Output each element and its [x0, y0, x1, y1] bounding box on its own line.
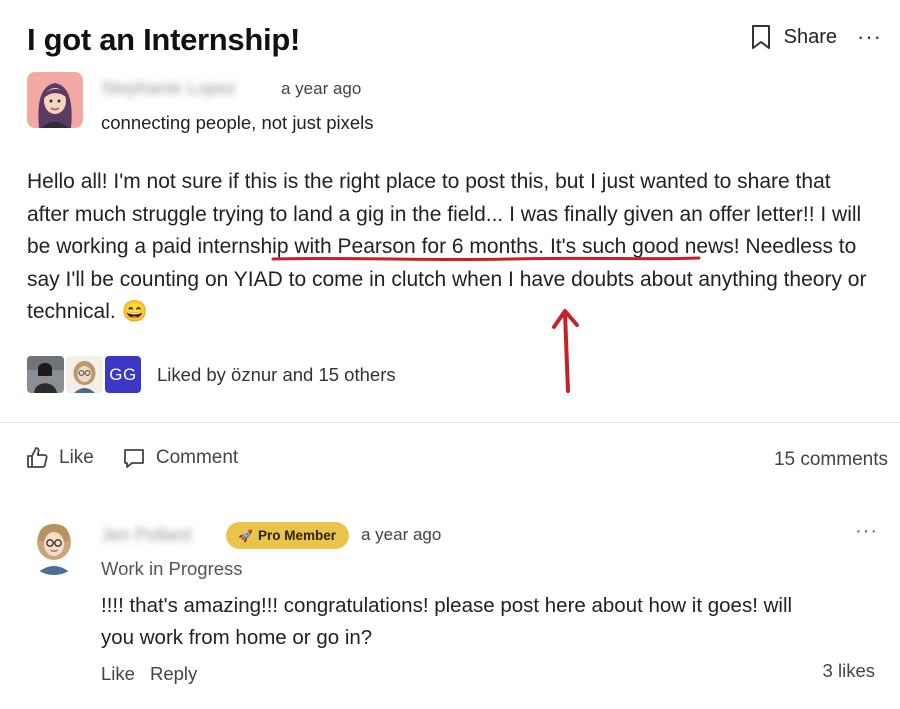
- comment-actions: Like Reply: [101, 663, 197, 685]
- author-tagline: connecting people, not just pixels: [101, 112, 374, 133]
- badge-label: Pro Member: [257, 528, 336, 543]
- post-body: Hello all! I'm not sure if this is the r…: [27, 166, 877, 329]
- share-button[interactable]: Share: [784, 26, 837, 49]
- liker-avatar-initials: GG: [105, 356, 141, 393]
- likes-summary[interactable]: GG Liked by öznur and 15 others: [27, 356, 396, 393]
- post-timestamp: a year ago: [281, 79, 362, 98]
- rocket-icon: 🚀: [238, 528, 253, 543]
- liker-avatar: [66, 356, 103, 393]
- like-label: Like: [59, 447, 94, 468]
- divider: [0, 422, 900, 423]
- post-top-actions: Share ···: [750, 24, 882, 50]
- post-title: I got an Internship!: [27, 22, 300, 57]
- commenter-tagline: Work in Progress: [101, 558, 243, 579]
- comment-timestamp: a year ago: [361, 525, 442, 544]
- commenter-name[interactable]: Jen Pollard: [101, 525, 191, 546]
- like-button[interactable]: Like: [25, 446, 94, 470]
- author-avatar[interactable]: [27, 72, 83, 128]
- comments-count[interactable]: 15 comments: [774, 449, 888, 471]
- comment-more-icon[interactable]: ···: [855, 520, 878, 543]
- post-body-highlight: paid internship with Pearson for 6 month…: [151, 235, 539, 258]
- post-action-bar: Like Comment: [25, 446, 266, 470]
- more-options-icon[interactable]: ···: [857, 26, 882, 48]
- author-name[interactable]: Stephanie Lopez: [101, 78, 236, 99]
- commenter-avatar[interactable]: [25, 517, 83, 575]
- liked-by-text[interactable]: Liked by öznur and 15 others: [157, 364, 396, 386]
- bookmark-icon[interactable]: [750, 24, 772, 50]
- comment-icon: [123, 449, 144, 468]
- comment-button[interactable]: Comment: [122, 446, 238, 470]
- thumbs-up-icon: [27, 447, 48, 468]
- comment-label: Comment: [155, 447, 239, 468]
- liker-avatar: [27, 356, 64, 393]
- comment-reply-button[interactable]: Reply: [150, 663, 197, 685]
- pro-member-badge: 🚀 Pro Member: [226, 522, 349, 549]
- comment-text: !!!! that's amazing!!! congratulations! …: [101, 594, 793, 649]
- comment-like-button[interactable]: Like: [101, 663, 135, 685]
- comment-likes-count[interactable]: 3 likes: [823, 660, 875, 682]
